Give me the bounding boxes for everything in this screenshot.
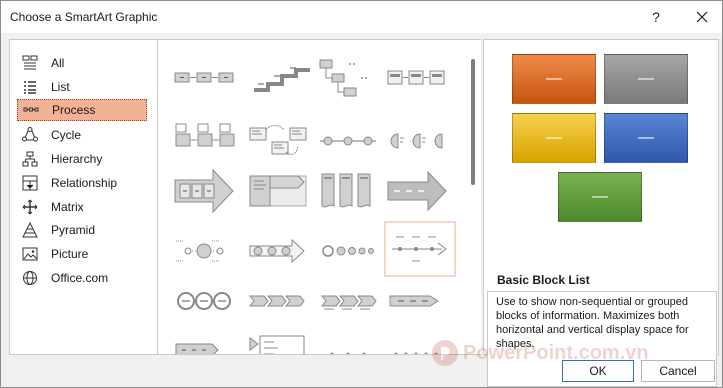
smartart-dialog: Choose a SmartArt Graphic ? All List Pro…	[0, 0, 723, 388]
category-list-item[interactable]: List	[17, 76, 147, 98]
title-bar: Choose a SmartArt Graphic ?	[1, 1, 722, 33]
layout-chevron-arrow[interactable]	[384, 166, 448, 216]
category-picture[interactable]: Picture	[17, 243, 147, 265]
layout-gallery	[157, 39, 481, 355]
category-matrix[interactable]: Matrix	[17, 196, 147, 218]
preview-block-gray: —	[604, 54, 688, 104]
preview-block-yellow: —	[512, 113, 596, 163]
relationship-icon	[21, 174, 39, 192]
layout-step-up-process[interactable]	[250, 54, 314, 104]
preview-block-text: —	[638, 129, 654, 146]
layout-basic-chevron-process[interactable]	[384, 276, 448, 326]
help-button[interactable]: ?	[645, 6, 667, 28]
layout-chevron-accent-process[interactable]	[246, 276, 310, 326]
layout-continuous-block-process[interactable]	[316, 116, 380, 166]
hierarchy-icon	[21, 150, 39, 168]
layout-basic-block-list-selected[interactable]	[384, 221, 456, 277]
layout-segmented-process[interactable]	[318, 276, 382, 326]
category-label: Matrix	[51, 200, 84, 214]
layout-basic-timeline[interactable]	[318, 226, 382, 276]
preview-layout-name: Basic Block List	[497, 273, 590, 287]
category-label: Process	[52, 103, 96, 117]
category-label: Hierarchy	[51, 152, 103, 166]
layout-vertical-bracket-list[interactable]	[318, 166, 382, 216]
cycle-icon	[21, 126, 39, 144]
preview-block-green: —	[558, 172, 642, 222]
powerpoint-logo-icon	[432, 340, 458, 366]
layout-picture-accent-process[interactable]	[172, 116, 236, 166]
preview-block-text: —	[546, 129, 562, 146]
category-all[interactable]: All	[17, 52, 147, 74]
picture-icon	[21, 245, 39, 263]
preview-panel: — — — — — Basic Block List Use to show n…	[483, 39, 719, 387]
layout-circle-process[interactable]	[172, 276, 236, 326]
preview-block-orange: —	[512, 54, 596, 104]
layout-circle-arrow-process[interactable]	[246, 226, 310, 276]
layout-sub-step-process[interactable]	[246, 330, 310, 354]
category-relationship[interactable]: Relationship	[17, 172, 147, 194]
category-label: Office.com	[51, 271, 109, 285]
category-hierarchy[interactable]: Hierarchy	[17, 148, 147, 170]
layout-dot-process[interactable]	[318, 330, 382, 354]
pyramid-icon	[21, 221, 39, 239]
category-office-com[interactable]: Office.com	[17, 267, 147, 289]
close-icon	[696, 11, 708, 23]
preview-block-text: —	[638, 70, 654, 87]
dialog-title: Choose a SmartArt Graphic	[10, 10, 158, 24]
gallery-scrollbar-thumb[interactable]	[471, 59, 475, 185]
process-icon	[22, 101, 40, 119]
layout-detailed-process[interactable]	[246, 166, 310, 216]
category-cycle[interactable]: Cycle	[17, 124, 147, 146]
category-pyramid[interactable]: Pyramid	[17, 219, 147, 241]
category-label: List	[51, 80, 70, 94]
preview-block-blue: —	[604, 113, 688, 163]
matrix-icon	[21, 198, 39, 216]
layout-accent-process[interactable]	[384, 54, 448, 104]
layout-repeating-bending-process[interactable]	[172, 226, 236, 276]
category-list: All List Process Cycle Hierarchy Relatio…	[9, 39, 157, 355]
category-label: All	[51, 56, 65, 70]
category-label: Cycle	[51, 128, 82, 142]
close-button[interactable]	[691, 6, 713, 28]
layout-arrow-process[interactable]	[172, 166, 236, 216]
all-icon	[21, 54, 39, 72]
layout-process-hierarchy[interactable]	[316, 54, 380, 104]
category-label: Pyramid	[51, 223, 96, 237]
ok-button[interactable]: OK	[562, 360, 634, 382]
globe-icon	[21, 269, 39, 287]
list-icon	[21, 78, 39, 96]
cancel-button[interactable]: Cancel	[641, 360, 715, 382]
preview-block-text: —	[546, 70, 562, 87]
preview-block-text: —	[592, 188, 608, 205]
layout-closed-chevron-process[interactable]	[172, 330, 236, 354]
layout-alternating-flow[interactable]	[246, 116, 310, 166]
category-label: Picture	[51, 247, 89, 261]
category-label: Relationship	[51, 176, 118, 190]
layout-basic-process[interactable]	[172, 54, 236, 104]
layout-circle-accent-timeline[interactable]	[384, 116, 448, 166]
category-process[interactable]: Process	[17, 99, 147, 121]
